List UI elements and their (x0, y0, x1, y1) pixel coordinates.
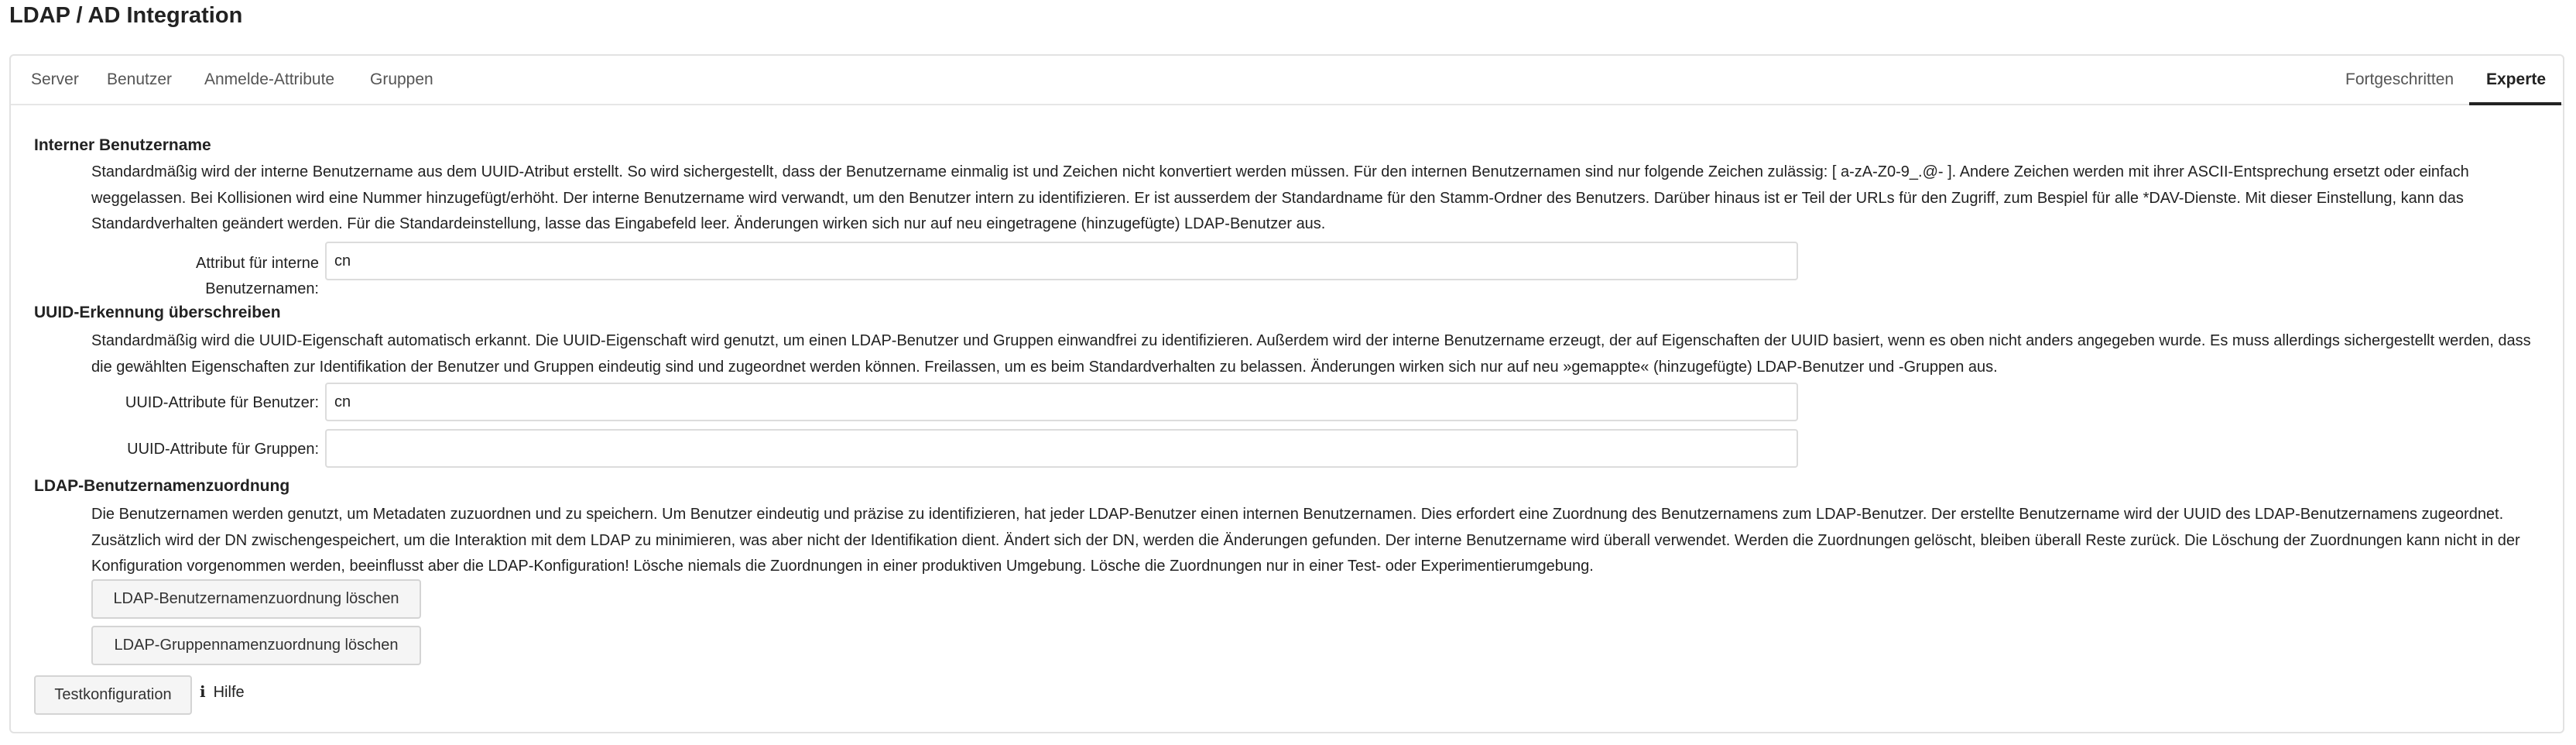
settings-tabbar: Server Benutzer Anmelde-Attribute Gruppe… (11, 56, 2563, 105)
page-title: LDAP / AD Integration (9, 3, 243, 28)
username-mapping-heading: LDAP-Benutzernamenzuordnung (34, 477, 290, 495)
username-mapping-description: Die Benutzernamen werden genutzt, um Met… (91, 506, 2520, 575)
tab-advanced[interactable]: Fortgeschritten (2345, 56, 2454, 104)
clear-user-mapping-button[interactable]: LDAP-Benutzernamenzuordnung löschen (91, 579, 421, 619)
internal-username-heading: Interner Benutzername (34, 136, 211, 154)
tab-server[interactable]: Server (31, 56, 79, 104)
uuid-override-heading: UUID-Erkennung überschreiben (34, 304, 281, 321)
uuid-override-description: Standardmäßig wird die UUID-Eigenschaft … (91, 332, 2531, 376)
uuid-users-input[interactable] (325, 383, 1798, 421)
ldap-settings-panel: Server Benutzer Anmelde-Attribute Gruppe… (9, 54, 2564, 733)
tab-groups[interactable]: Gruppen (370, 56, 433, 104)
info-icon: i (200, 682, 206, 701)
uuid-groups-label: UUID-Attribute für Gruppen: (127, 441, 319, 458)
help-link[interactable]: i Hilfe (200, 680, 245, 704)
uuid-users-label: UUID-Attribute für Benutzer: (125, 394, 319, 411)
internal-username-attribute-input[interactable] (325, 242, 1798, 280)
uuid-groups-input[interactable] (325, 429, 1798, 468)
tab-expert[interactable]: Experte (2469, 56, 2562, 105)
internal-username-attribute-label: Attribut für interne Benutzernamen: (196, 255, 319, 297)
tab-expert-label: Experte (2486, 70, 2547, 88)
test-configuration-button[interactable]: Testkonfiguration (34, 675, 192, 715)
internal-username-description: Standardmäßig wird der interne Benutzern… (91, 163, 2469, 232)
active-tab-indicator (2469, 102, 2562, 105)
clear-group-mapping-button[interactable]: LDAP-Gruppennamenzuordnung löschen (91, 626, 421, 665)
tab-login-attributes[interactable]: Anmelde-Attribute (204, 56, 334, 104)
help-label: Hilfe (213, 684, 245, 701)
tab-users[interactable]: Benutzer (107, 56, 172, 104)
